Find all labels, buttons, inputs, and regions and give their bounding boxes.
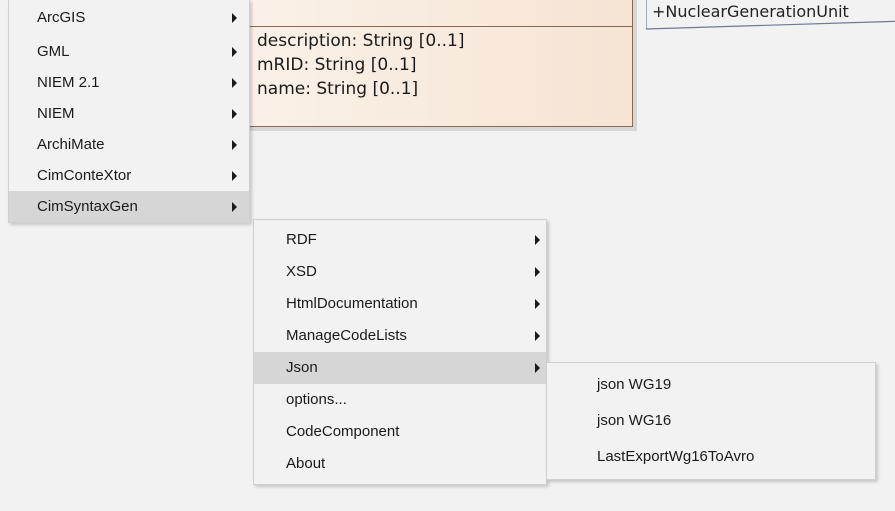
association-role-label: +NuclearGenerationUnit <box>652 2 849 21</box>
menu-item-label: CimConteXtor <box>37 167 132 184</box>
menu-item-label: RDF <box>286 231 317 248</box>
menu-item-arcgis[interactable]: ArcGIS <box>9 0 249 36</box>
uml-attribute-list: description: String [0..1] mRID: String … <box>257 29 465 101</box>
submenu-arrow-icon <box>535 363 540 373</box>
submenu-arrow-icon <box>535 235 540 245</box>
menu-item-label: ArchiMate <box>37 136 105 153</box>
menu-item-label: CodeComponent <box>286 423 400 440</box>
submenu-arrow-icon <box>535 331 540 341</box>
menu-item-label: NIEM 2.1 <box>37 74 100 91</box>
menu-item-label: XSD <box>286 263 317 280</box>
uml-attribute: mRID: String [0..1] <box>257 55 417 75</box>
submenu-arrow-icon <box>232 139 237 150</box>
menu-item-label: HtmlDocumentation <box>286 295 418 312</box>
submenu-arrow-icon <box>232 13 237 23</box>
menu-item-label: Json <box>286 359 318 376</box>
submenu-arrow-icon <box>232 46 237 57</box>
menu-item-managecodelists[interactable]: ManageCodeLists <box>254 320 546 352</box>
menu-item-options[interactable]: options... <box>254 384 546 416</box>
menu-item-niem[interactable]: NIEM <box>9 98 249 129</box>
submenu-cimsyntaxgen: RDF XSD HtmlDocumentation ManageCodeList… <box>253 219 547 485</box>
submenu-arrow-icon <box>232 108 237 119</box>
menu-item-about[interactable]: About <box>254 448 546 480</box>
menu-item-label: ArcGIS <box>37 9 86 26</box>
menu-item-label: NIEM <box>37 105 75 122</box>
menu-item-xsd[interactable]: XSD <box>254 256 546 288</box>
menu-item-label: ManageCodeLists <box>286 327 407 344</box>
menu-item-json-wg19[interactable]: json WG19 <box>547 367 875 403</box>
uml-compartment-divider <box>247 26 632 27</box>
uml-class-box[interactable]: description: String [0..1] mRID: String … <box>246 0 633 127</box>
menu-item-label: LastExportWg16ToAvro <box>597 448 755 465</box>
context-menu-extensions: ArcGIS GML NIEM 2.1 NIEM ArchiMate CimCo… <box>8 0 250 223</box>
menu-item-label: json WG19 <box>597 376 672 393</box>
uml-attribute: name: String [0..1] <box>257 79 419 99</box>
submenu-arrow-icon <box>232 77 237 88</box>
submenu-arrow-icon <box>535 267 540 277</box>
menu-item-cimsyntaxgen[interactable]: CimSyntaxGen <box>9 191 249 222</box>
submenu-arrow-icon <box>232 170 237 181</box>
menu-item-cimcontextor[interactable]: CimConteXtor <box>9 160 249 191</box>
menu-item-gml[interactable]: GML <box>9 36 249 67</box>
menu-item-label: CimSyntaxGen <box>37 198 138 215</box>
menu-item-codecomponent[interactable]: CodeComponent <box>254 416 546 448</box>
menu-item-niem-2-1[interactable]: NIEM 2.1 <box>9 67 249 98</box>
menu-item-label: options... <box>286 391 347 408</box>
menu-item-json[interactable]: Json <box>254 352 546 384</box>
menu-item-archimate[interactable]: ArchiMate <box>9 129 249 160</box>
menu-item-label: GML <box>37 43 70 60</box>
uml-attribute: description: String [0..1] <box>257 31 465 51</box>
submenu-json: json WG19 json WG16 LastExportWg16ToAvro <box>546 362 876 480</box>
menu-item-htmldocumentation[interactable]: HtmlDocumentation <box>254 288 546 320</box>
menu-item-label: About <box>286 455 326 472</box>
menu-item-rdf[interactable]: RDF <box>254 224 546 256</box>
menu-item-json-wg16[interactable]: json WG16 <box>547 403 875 439</box>
submenu-arrow-icon <box>232 201 237 212</box>
menu-item-label: json WG16 <box>597 412 672 429</box>
submenu-arrow-icon <box>535 299 540 309</box>
menu-item-lastexportwg16toavro[interactable]: LastExportWg16ToAvro <box>547 439 875 475</box>
